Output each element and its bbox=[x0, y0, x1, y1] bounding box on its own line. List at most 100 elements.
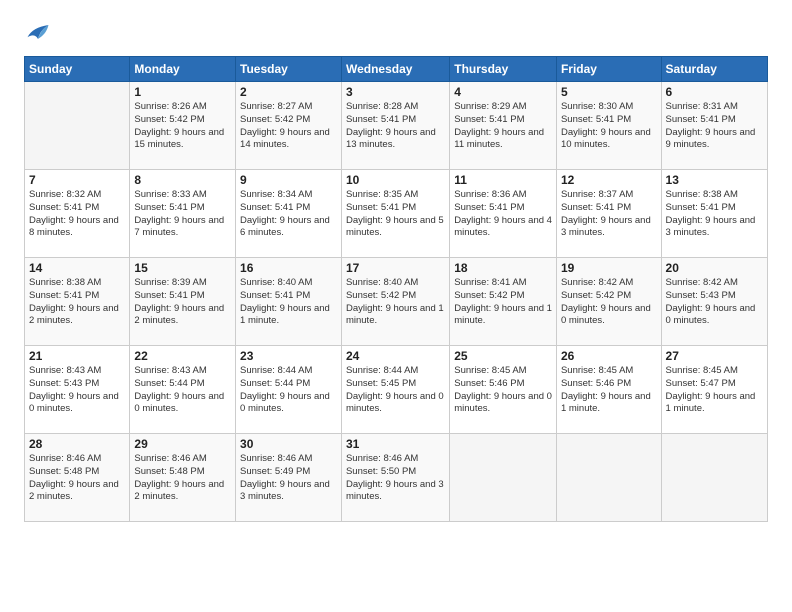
weekday-header-row: SundayMondayTuesdayWednesdayThursdayFrid… bbox=[25, 57, 768, 82]
day-number: 3 bbox=[346, 85, 445, 99]
day-number: 20 bbox=[666, 261, 763, 275]
calendar-week-row: 1 Sunrise: 8:26 AMSunset: 5:42 PMDaylight… bbox=[25, 82, 768, 170]
day-info: Sunrise: 8:44 AMSunset: 5:44 PMDaylight:… bbox=[240, 365, 337, 416]
day-number: 14 bbox=[29, 261, 125, 275]
day-info: Sunrise: 8:34 AMSunset: 5:41 PMDaylight:… bbox=[240, 189, 337, 240]
day-info: Sunrise: 8:46 AMSunset: 5:49 PMDaylight:… bbox=[240, 453, 337, 504]
calendar-week-row: 28 Sunrise: 8:46 AMSunset: 5:48 PMDayligh… bbox=[25, 434, 768, 522]
day-number: 12 bbox=[561, 173, 657, 187]
day-number: 17 bbox=[346, 261, 445, 275]
weekday-header-sunday: Sunday bbox=[25, 57, 130, 82]
calendar-cell bbox=[450, 434, 557, 522]
day-info: Sunrise: 8:33 AMSunset: 5:41 PMDaylight:… bbox=[134, 189, 231, 240]
day-info: Sunrise: 8:36 AMSunset: 5:41 PMDaylight:… bbox=[454, 189, 552, 240]
calendar-cell: 10 Sunrise: 8:35 AMSunset: 5:41 PMDayligh… bbox=[341, 170, 449, 258]
logo bbox=[24, 18, 58, 46]
calendar-week-row: 21 Sunrise: 8:43 AMSunset: 5:43 PMDayligh… bbox=[25, 346, 768, 434]
day-number: 21 bbox=[29, 349, 125, 363]
calendar-cell: 23 Sunrise: 8:44 AMSunset: 5:44 PMDayligh… bbox=[236, 346, 342, 434]
day-info: Sunrise: 8:40 AMSunset: 5:42 PMDaylight:… bbox=[346, 277, 445, 328]
day-number: 28 bbox=[29, 437, 125, 451]
day-info: Sunrise: 8:38 AMSunset: 5:41 PMDaylight:… bbox=[29, 277, 125, 328]
calendar-cell: 4Sunrise: 8:29 AMSunset: 5:41 PMDaylight… bbox=[450, 82, 557, 170]
day-info: Sunrise: 8:37 AMSunset: 5:41 PMDaylight:… bbox=[561, 189, 657, 240]
day-number: 22 bbox=[134, 349, 231, 363]
calendar-cell: 19 Sunrise: 8:42 AMSunset: 5:42 PMDayligh… bbox=[556, 258, 661, 346]
day-info: Sunrise: 8:41 AMSunset: 5:42 PMDaylight:… bbox=[454, 277, 552, 328]
day-info: Sunrise: 8:38 AMSunset: 5:41 PMDaylight:… bbox=[666, 189, 763, 240]
day-info: Sunrise: 8:27 AMSunset: 5:42 PMDaylight:… bbox=[240, 101, 337, 152]
page: SundayMondayTuesdayWednesdayThursdayFrid… bbox=[0, 0, 792, 612]
day-info: Sunrise: 8:46 AMSunset: 5:48 PMDaylight:… bbox=[29, 453, 125, 504]
calendar-cell: 29 Sunrise: 8:46 AMSunset: 5:48 PMDayligh… bbox=[130, 434, 236, 522]
calendar-cell: 21 Sunrise: 8:43 AMSunset: 5:43 PMDayligh… bbox=[25, 346, 130, 434]
day-number: 1 bbox=[134, 85, 231, 99]
day-info: Sunrise: 8:43 AMSunset: 5:44 PMDaylight:… bbox=[134, 365, 231, 416]
calendar-cell: 25 Sunrise: 8:45 AMSunset: 5:46 PMDayligh… bbox=[450, 346, 557, 434]
calendar-cell: 1 Sunrise: 8:26 AMSunset: 5:42 PMDaylight… bbox=[130, 82, 236, 170]
day-number: 29 bbox=[134, 437, 231, 451]
day-number: 25 bbox=[454, 349, 552, 363]
day-info: Sunrise: 8:39 AMSunset: 5:41 PMDaylight:… bbox=[134, 277, 231, 328]
day-info: Sunrise: 8:29 AMSunset: 5:41 PMDaylight:… bbox=[454, 101, 552, 152]
day-number: 30 bbox=[240, 437, 337, 451]
day-number: 8 bbox=[134, 173, 231, 187]
calendar-cell: 26Sunrise: 8:45 AMSunset: 5:46 PMDayligh… bbox=[556, 346, 661, 434]
day-number: 23 bbox=[240, 349, 337, 363]
header bbox=[24, 18, 768, 46]
day-number: 13 bbox=[666, 173, 763, 187]
day-number: 2 bbox=[240, 85, 337, 99]
calendar-cell: 2 Sunrise: 8:27 AMSunset: 5:42 PMDaylight… bbox=[236, 82, 342, 170]
calendar-cell: 5Sunrise: 8:30 AMSunset: 5:41 PMDaylight… bbox=[556, 82, 661, 170]
calendar-cell: 20 Sunrise: 8:42 AMSunset: 5:43 PMDayligh… bbox=[661, 258, 767, 346]
calendar-cell bbox=[556, 434, 661, 522]
day-info: Sunrise: 8:42 AMSunset: 5:43 PMDaylight:… bbox=[666, 277, 763, 328]
calendar-cell: 16 Sunrise: 8:40 AMSunset: 5:41 PMDayligh… bbox=[236, 258, 342, 346]
day-info: Sunrise: 8:30 AMSunset: 5:41 PMDaylight:… bbox=[561, 101, 657, 152]
calendar-cell: 27 Sunrise: 8:45 AMSunset: 5:47 PMDayligh… bbox=[661, 346, 767, 434]
day-number: 15 bbox=[134, 261, 231, 275]
calendar-cell: 7 Sunrise: 8:32 AMSunset: 5:41 PMDaylight… bbox=[25, 170, 130, 258]
calendar-week-row: 14 Sunrise: 8:38 AMSunset: 5:41 PMDayligh… bbox=[25, 258, 768, 346]
day-info: Sunrise: 8:45 AMSunset: 5:47 PMDaylight:… bbox=[666, 365, 763, 416]
weekday-header-monday: Monday bbox=[130, 57, 236, 82]
day-info: Sunrise: 8:44 AMSunset: 5:45 PMDaylight:… bbox=[346, 365, 445, 416]
day-info: Sunrise: 8:26 AMSunset: 5:42 PMDaylight:… bbox=[134, 101, 231, 152]
day-number: 10 bbox=[346, 173, 445, 187]
calendar-table: SundayMondayTuesdayWednesdayThursdayFrid… bbox=[24, 56, 768, 522]
calendar-cell: 22 Sunrise: 8:43 AMSunset: 5:44 PMDayligh… bbox=[130, 346, 236, 434]
day-info: Sunrise: 8:35 AMSunset: 5:41 PMDaylight:… bbox=[346, 189, 445, 240]
day-number: 7 bbox=[29, 173, 125, 187]
calendar-cell: 9 Sunrise: 8:34 AMSunset: 5:41 PMDaylight… bbox=[236, 170, 342, 258]
day-info: Sunrise: 8:31 AMSunset: 5:41 PMDaylight:… bbox=[666, 101, 763, 152]
day-info: Sunrise: 8:40 AMSunset: 5:41 PMDaylight:… bbox=[240, 277, 337, 328]
calendar-cell bbox=[25, 82, 130, 170]
calendar-cell: 12 Sunrise: 8:37 AMSunset: 5:41 PMDayligh… bbox=[556, 170, 661, 258]
day-number: 19 bbox=[561, 261, 657, 275]
weekday-header-friday: Friday bbox=[556, 57, 661, 82]
day-number: 9 bbox=[240, 173, 337, 187]
day-info: Sunrise: 8:28 AMSunset: 5:41 PMDaylight:… bbox=[346, 101, 445, 152]
day-number: 27 bbox=[666, 349, 763, 363]
logo-bird-icon bbox=[24, 18, 52, 46]
calendar-cell bbox=[661, 434, 767, 522]
day-number: 31 bbox=[346, 437, 445, 451]
calendar-cell: 14 Sunrise: 8:38 AMSunset: 5:41 PMDayligh… bbox=[25, 258, 130, 346]
day-number: 24 bbox=[346, 349, 445, 363]
calendar-cell: 11Sunrise: 8:36 AMSunset: 5:41 PMDayligh… bbox=[450, 170, 557, 258]
calendar-cell: 8 Sunrise: 8:33 AMSunset: 5:41 PMDaylight… bbox=[130, 170, 236, 258]
calendar-cell: 15 Sunrise: 8:39 AMSunset: 5:41 PMDayligh… bbox=[130, 258, 236, 346]
day-info: Sunrise: 8:42 AMSunset: 5:42 PMDaylight:… bbox=[561, 277, 657, 328]
calendar-header: SundayMondayTuesdayWednesdayThursdayFrid… bbox=[25, 57, 768, 82]
day-info: Sunrise: 8:32 AMSunset: 5:41 PMDaylight:… bbox=[29, 189, 125, 240]
day-number: 16 bbox=[240, 261, 337, 275]
calendar-cell: 24 Sunrise: 8:44 AMSunset: 5:45 PMDayligh… bbox=[341, 346, 449, 434]
day-info: Sunrise: 8:46 AMSunset: 5:48 PMDaylight:… bbox=[134, 453, 231, 504]
calendar-cell: 31Sunrise: 8:46 AMSunset: 5:50 PMDayligh… bbox=[341, 434, 449, 522]
weekday-header-thursday: Thursday bbox=[450, 57, 557, 82]
day-info: Sunrise: 8:43 AMSunset: 5:43 PMDaylight:… bbox=[29, 365, 125, 416]
day-info: Sunrise: 8:45 AMSunset: 5:46 PMDaylight:… bbox=[454, 365, 552, 416]
calendar-cell: 30 Sunrise: 8:46 AMSunset: 5:49 PMDayligh… bbox=[236, 434, 342, 522]
calendar-cell: 13 Sunrise: 8:38 AMSunset: 5:41 PMDayligh… bbox=[661, 170, 767, 258]
weekday-header-saturday: Saturday bbox=[661, 57, 767, 82]
